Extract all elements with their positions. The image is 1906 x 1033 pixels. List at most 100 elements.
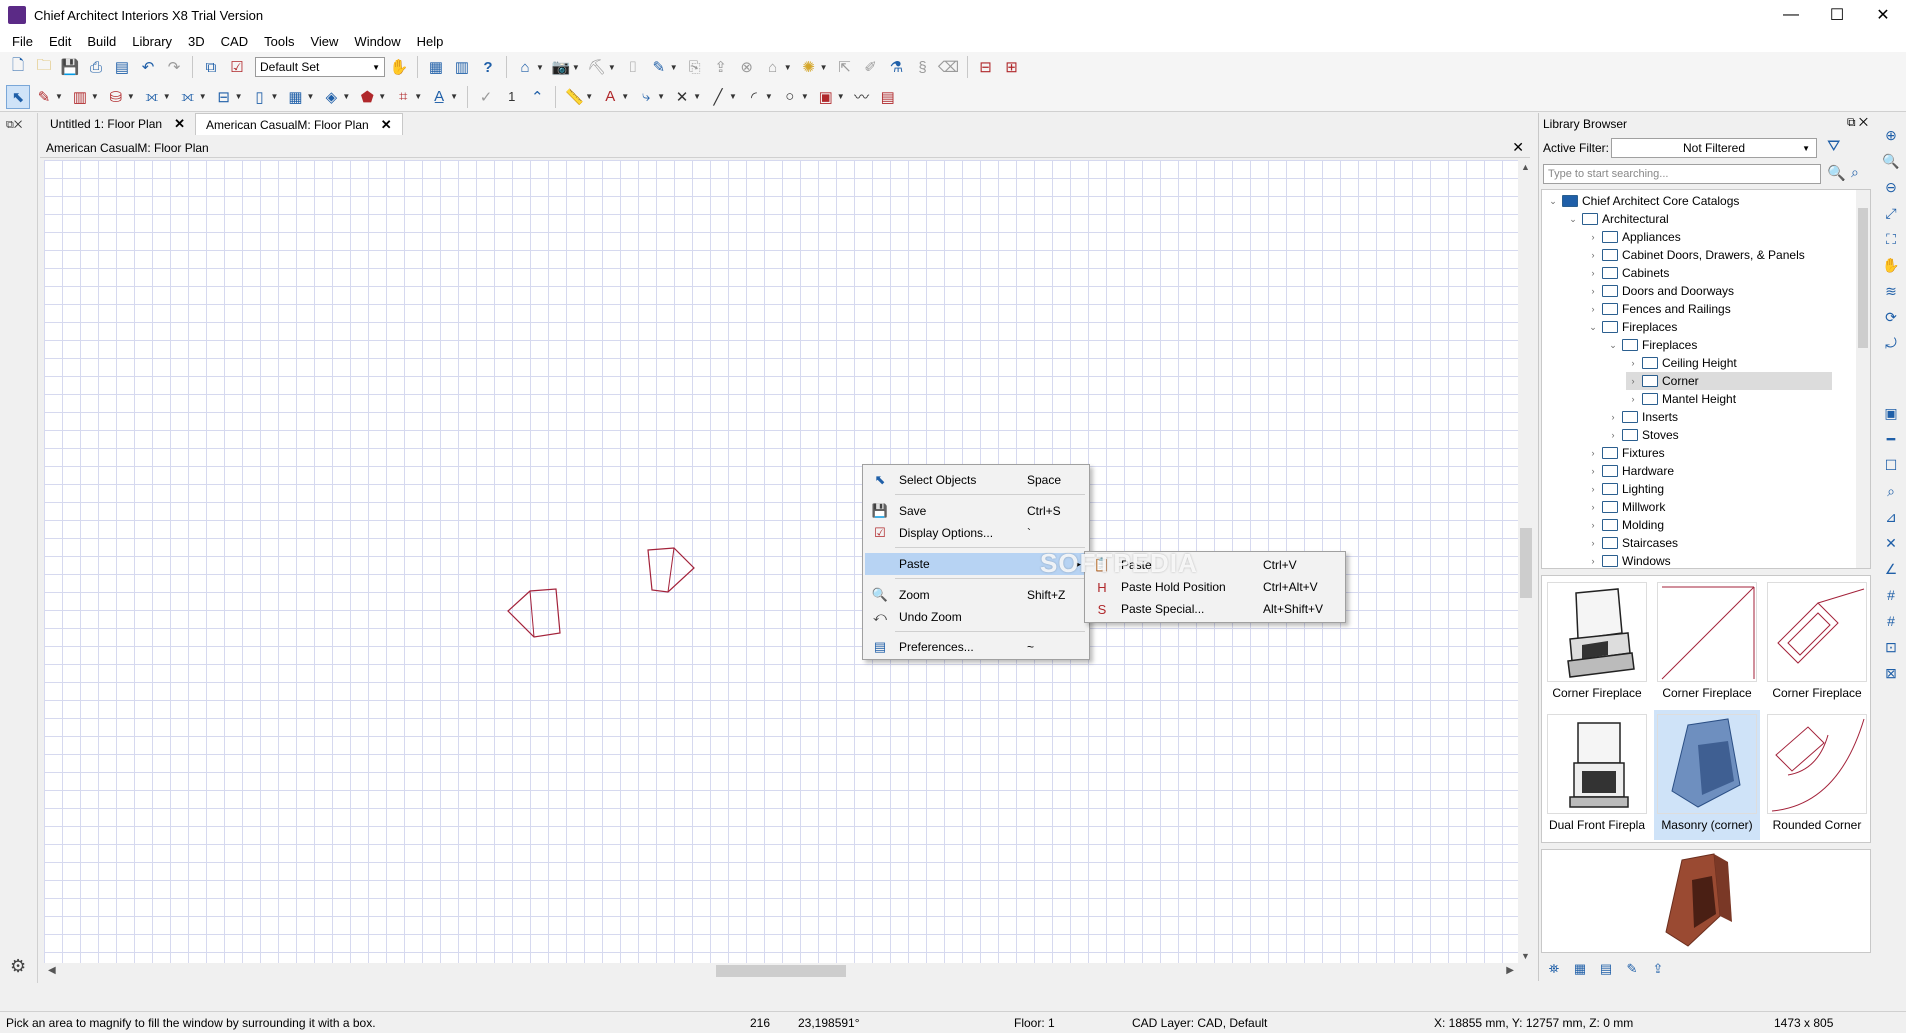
advanced-search-icon[interactable]: ⌕ — [1851, 164, 1859, 181]
library-item[interactable]: Corner Fireplace — [1764, 578, 1870, 708]
menu-file[interactable]: File — [4, 34, 41, 49]
tree-item[interactable]: ⌄ Fireplaces — [1586, 318, 1677, 336]
menu-build[interactable]: Build — [79, 34, 124, 49]
tree-item[interactable]: ⌄ Architectural — [1566, 210, 1668, 228]
menu-view[interactable]: View — [302, 34, 346, 49]
help-icon[interactable]: ? — [476, 55, 500, 79]
scroll-left-icon[interactable]: ◀ — [48, 965, 56, 976]
tree-item[interactable]: › Appliances — [1586, 228, 1681, 246]
fireplace-shape-left[interactable] — [504, 585, 564, 645]
ruler-icon[interactable]: ━ — [1881, 429, 1901, 449]
menu-help[interactable]: Help — [409, 34, 452, 49]
refresh-icon[interactable]: ⟳ — [1881, 307, 1901, 327]
tree-item[interactable]: › Fixtures — [1586, 444, 1665, 462]
delete-surface-icon[interactable]: ⊗ — [735, 55, 759, 79]
close-tab-icon[interactable]: ✕ — [381, 117, 392, 133]
library-view-icon[interactable]: ⛯ — [1543, 959, 1565, 979]
check-icon[interactable]: ✓ — [474, 85, 498, 109]
line-icon[interactable]: ╱ — [706, 85, 730, 109]
tree-item[interactable]: ⌄ Fireplaces — [1606, 336, 1697, 354]
cad-block-icon[interactable]: ▤ — [876, 85, 900, 109]
tree-item[interactable]: › Cabinets — [1586, 264, 1670, 282]
elevation-icon[interactable]: ⊞ — [1000, 55, 1024, 79]
scroll-thumb[interactable] — [1520, 528, 1532, 598]
spiral-icon[interactable]: § — [911, 55, 935, 79]
library-grid-icon[interactable]: ▤ — [1595, 959, 1617, 979]
library-item[interactable]: Corner Fireplace — [1654, 578, 1760, 708]
save-icon[interactable]: 💾 — [58, 55, 82, 79]
menu-item-preferences[interactable]: ▤ Preferences... ~ — [865, 636, 1087, 658]
hand-pan-icon[interactable]: ✋ — [387, 55, 411, 79]
room-icon[interactable]: ⛁ — [104, 85, 128, 109]
canvas-vertical-scrollbar[interactable]: ▲ ▼ — [1518, 160, 1534, 963]
library-item[interactable]: Rounded Corner — [1764, 710, 1870, 840]
door-icon[interactable]: ⌷ — [621, 55, 645, 79]
library-item[interactable]: Corner Fireplace — [1544, 578, 1650, 708]
scroll-thumb[interactable] — [1858, 208, 1868, 348]
gear-icon[interactable]: ⚙ — [10, 956, 26, 977]
eyedropper-icon[interactable]: ⚗ — [885, 55, 909, 79]
fireplace-tool-icon[interactable]: ⬟ — [355, 85, 379, 109]
edit-icon[interactable]: ✎ — [32, 85, 56, 109]
scroll-thumb[interactable] — [716, 965, 846, 977]
tree-item[interactable]: › Molding — [1586, 516, 1665, 534]
box-icon[interactable]: ▣ — [814, 85, 838, 109]
new-file-icon[interactable]: 🗋 — [6, 55, 30, 79]
tree-item[interactable]: › Ceiling Height — [1626, 354, 1737, 372]
number-field[interactable]: 1 — [500, 89, 523, 104]
camera-icon[interactable]: 📷 — [549, 55, 573, 79]
grid-icon[interactable]: # — [1881, 585, 1901, 605]
library-list-icon[interactable]: ▦ — [1569, 959, 1591, 979]
fireplace-shape-right[interactable] — [640, 546, 704, 606]
tree-item[interactable]: › Stoves — [1606, 426, 1679, 444]
restore-pane-icon[interactable]: ⧉✕ — [6, 119, 22, 132]
close-tab-icon[interactable]: ✕ — [174, 116, 185, 132]
callout-icon[interactable]: ⤷ — [634, 85, 658, 109]
library-item[interactable]: Dual Front Firepla — [1544, 710, 1650, 840]
panel-controls-icon[interactable]: ⧉ ✕ — [1847, 115, 1868, 130]
scroll-right-icon[interactable]: ▶ — [1506, 965, 1514, 976]
library-edit-icon[interactable]: ✎ — [1621, 959, 1643, 979]
cross-section-icon[interactable]: ⊟ — [974, 55, 998, 79]
window-tool-icon[interactable]: ⊟ — [212, 85, 236, 109]
menu-item-undo-zoom[interactable]: ⤺ Undo Zoom — [865, 606, 1087, 628]
menu-item-paste[interactable]: Paste ▸ — [865, 553, 1087, 575]
layer-checkbox-icon[interactable]: ☑ — [225, 55, 249, 79]
menu-cad[interactable]: CAD — [213, 34, 256, 49]
floor-icon[interactable]: ◈ — [319, 85, 343, 109]
minimize-button[interactable]: — — [1768, 0, 1814, 30]
zoom-in-icon[interactable]: ⊕ — [1881, 125, 1901, 145]
undo-icon[interactable]: ↶ — [136, 55, 160, 79]
drawing-info-icon[interactable]: ▣ — [1881, 403, 1901, 423]
dimension-icon[interactable]: ⟗ — [140, 85, 164, 109]
grid-2-icon[interactable]: # — [1881, 611, 1901, 631]
arc-icon[interactable]: ◜ — [742, 85, 766, 109]
scroll-up-icon[interactable]: ▲ — [1521, 162, 1530, 172]
search-icon[interactable]: 🔍 — [1827, 164, 1846, 182]
plan-view-icon[interactable]: ▦ — [424, 55, 448, 79]
stairs-icon[interactable]: ⟗ — [176, 85, 200, 109]
up-chevron-icon[interactable]: ⌃ — [525, 85, 549, 109]
circle-icon[interactable]: ○ — [778, 85, 802, 109]
walkthrough-icon[interactable]: ⛏ — [585, 55, 609, 79]
cabinet-icon[interactable]: ▯ — [248, 85, 272, 109]
layer-set-dropdown[interactable]: Default Set ▼ — [255, 57, 385, 77]
menu-item-paste-normal[interactable]: 📋 Paste Ctrl+V — [1087, 554, 1343, 576]
spline-icon[interactable]: 〰 — [850, 85, 874, 109]
ruler-icon[interactable]: 📏 — [562, 85, 586, 109]
tree-item[interactable]: › Cabinet Doors, Drawers, & Panels — [1586, 246, 1805, 264]
fixture-icon[interactable]: ▦ — [283, 85, 307, 109]
material-painter-icon[interactable]: ✎ — [647, 55, 671, 79]
close-view-icon[interactable]: ✕ — [1512, 139, 1524, 156]
zoom-icon[interactable]: 🔍 — [1881, 151, 1901, 171]
object-snap-icon[interactable]: ⊡ — [1881, 637, 1901, 657]
tree-item[interactable]: › Lighting — [1586, 480, 1665, 498]
export-icon[interactable]: ⇪ — [709, 55, 733, 79]
menu-item-paste-hold-position[interactable]: H Paste Hold Position Ctrl+Alt+V — [1087, 576, 1343, 598]
zoom-out-icon[interactable]: ⊖ — [1881, 177, 1901, 197]
layers-icon[interactable]: ≋ — [1881, 281, 1901, 301]
menu-item-zoom[interactable]: 🔍 Zoom Shift+Z — [865, 584, 1087, 606]
tab-american-casual-floor-plan[interactable]: American CasualM: Floor Plan ✕ — [194, 113, 403, 135]
magnify-icon[interactable]: ⌕ — [1881, 481, 1901, 501]
tab-untitled-floor-plan[interactable]: Untitled 1: Floor Plan ✕ — [40, 113, 195, 135]
